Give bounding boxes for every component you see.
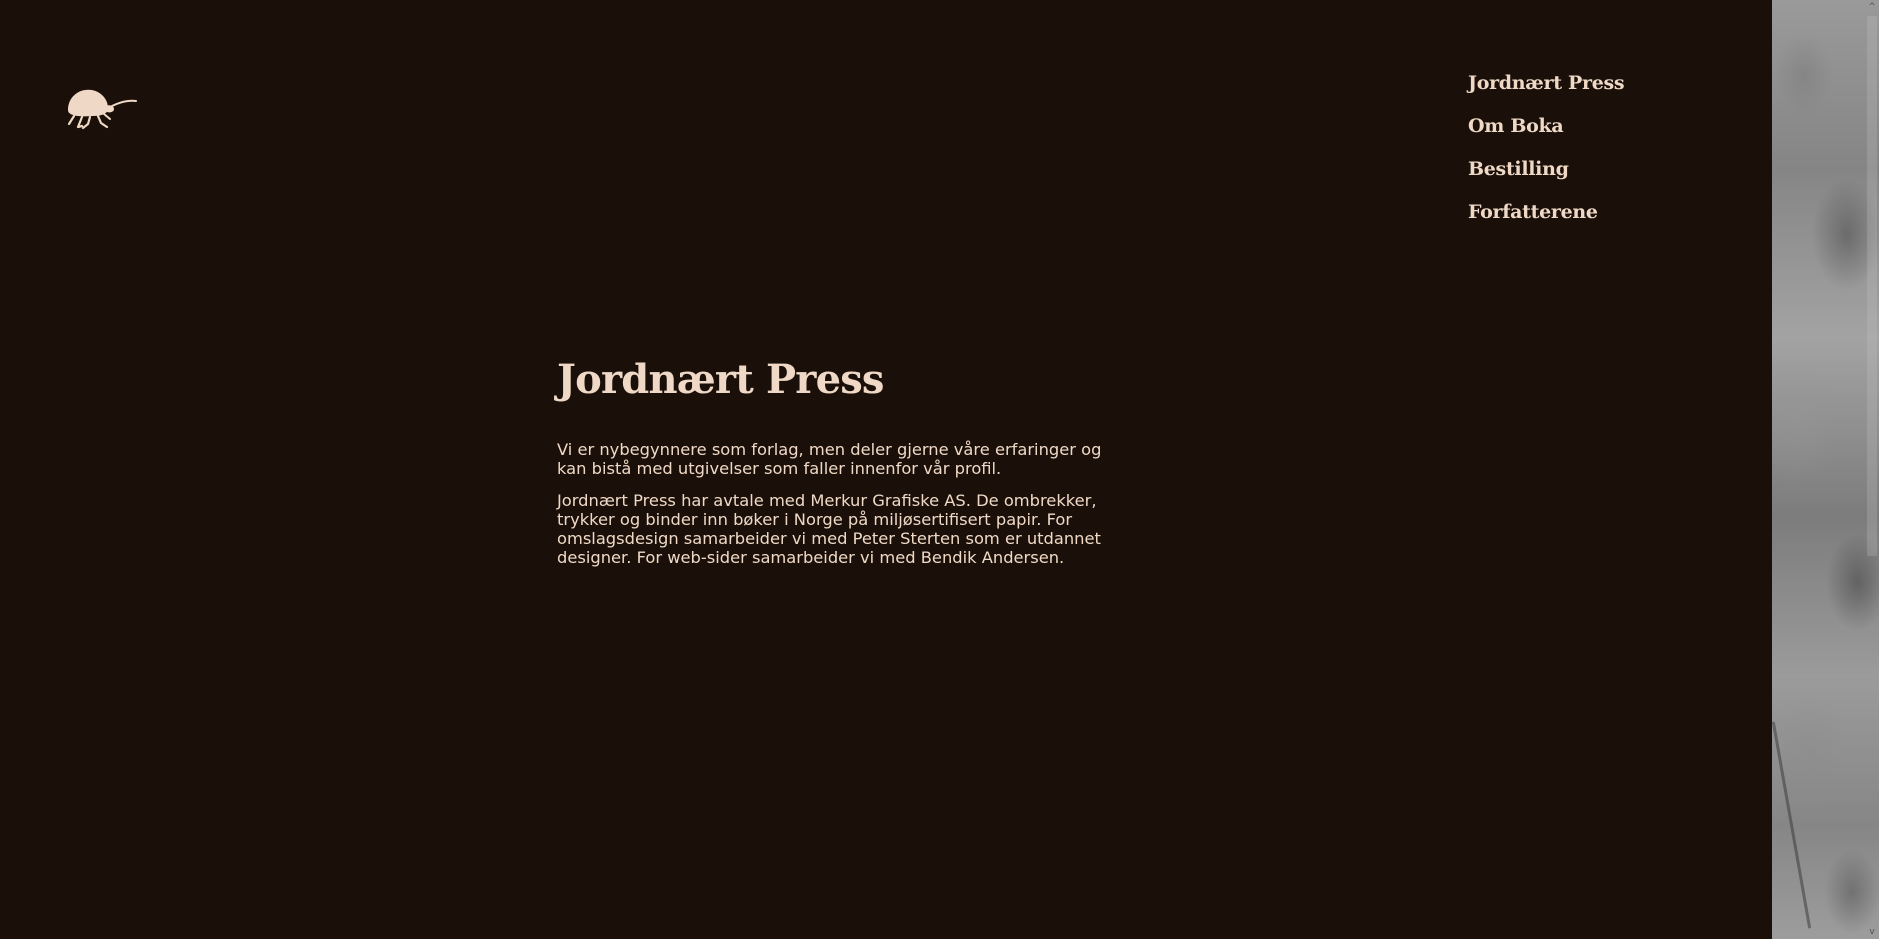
main-nav: Jordnært Press Om Boka Bestilling Forfat… — [1468, 62, 1625, 234]
texture-crack — [1772, 721, 1812, 929]
page: Jordnært Press Om Boka Bestilling Forfat… — [0, 0, 1772, 939]
main-content: Jordnært Press Vi er nybegynnere som for… — [557, 352, 1127, 567]
chevron-down-icon[interactable]: v — [1865, 925, 1879, 939]
logo-link[interactable] — [66, 86, 138, 132]
intro-paragraph: Vi er nybegynnere som forlag, men deler … — [557, 440, 1102, 478]
beetle-icon — [67, 89, 137, 130]
concrete-texture-panel: ^ v — [1772, 0, 1879, 939]
scrollbar[interactable]: ^ v — [1865, 0, 1879, 939]
page-title: Jordnært Press — [557, 356, 884, 403]
nav-item-jordnaert-press[interactable]: Jordnært Press — [1468, 62, 1625, 105]
nav-item-om-boka[interactable]: Om Boka — [1468, 105, 1624, 148]
chevron-up-icon[interactable]: ^ — [1865, 0, 1879, 14]
nav-item-bestilling[interactable]: Bestilling — [1468, 148, 1624, 191]
partners-paragraph: Jordnært Press har avtale med Merkur Gra… — [557, 491, 1101, 567]
scrollbar-thumb[interactable] — [1867, 16, 1877, 556]
nav-item-forfatterene[interactable]: Forfatterene — [1468, 191, 1624, 234]
